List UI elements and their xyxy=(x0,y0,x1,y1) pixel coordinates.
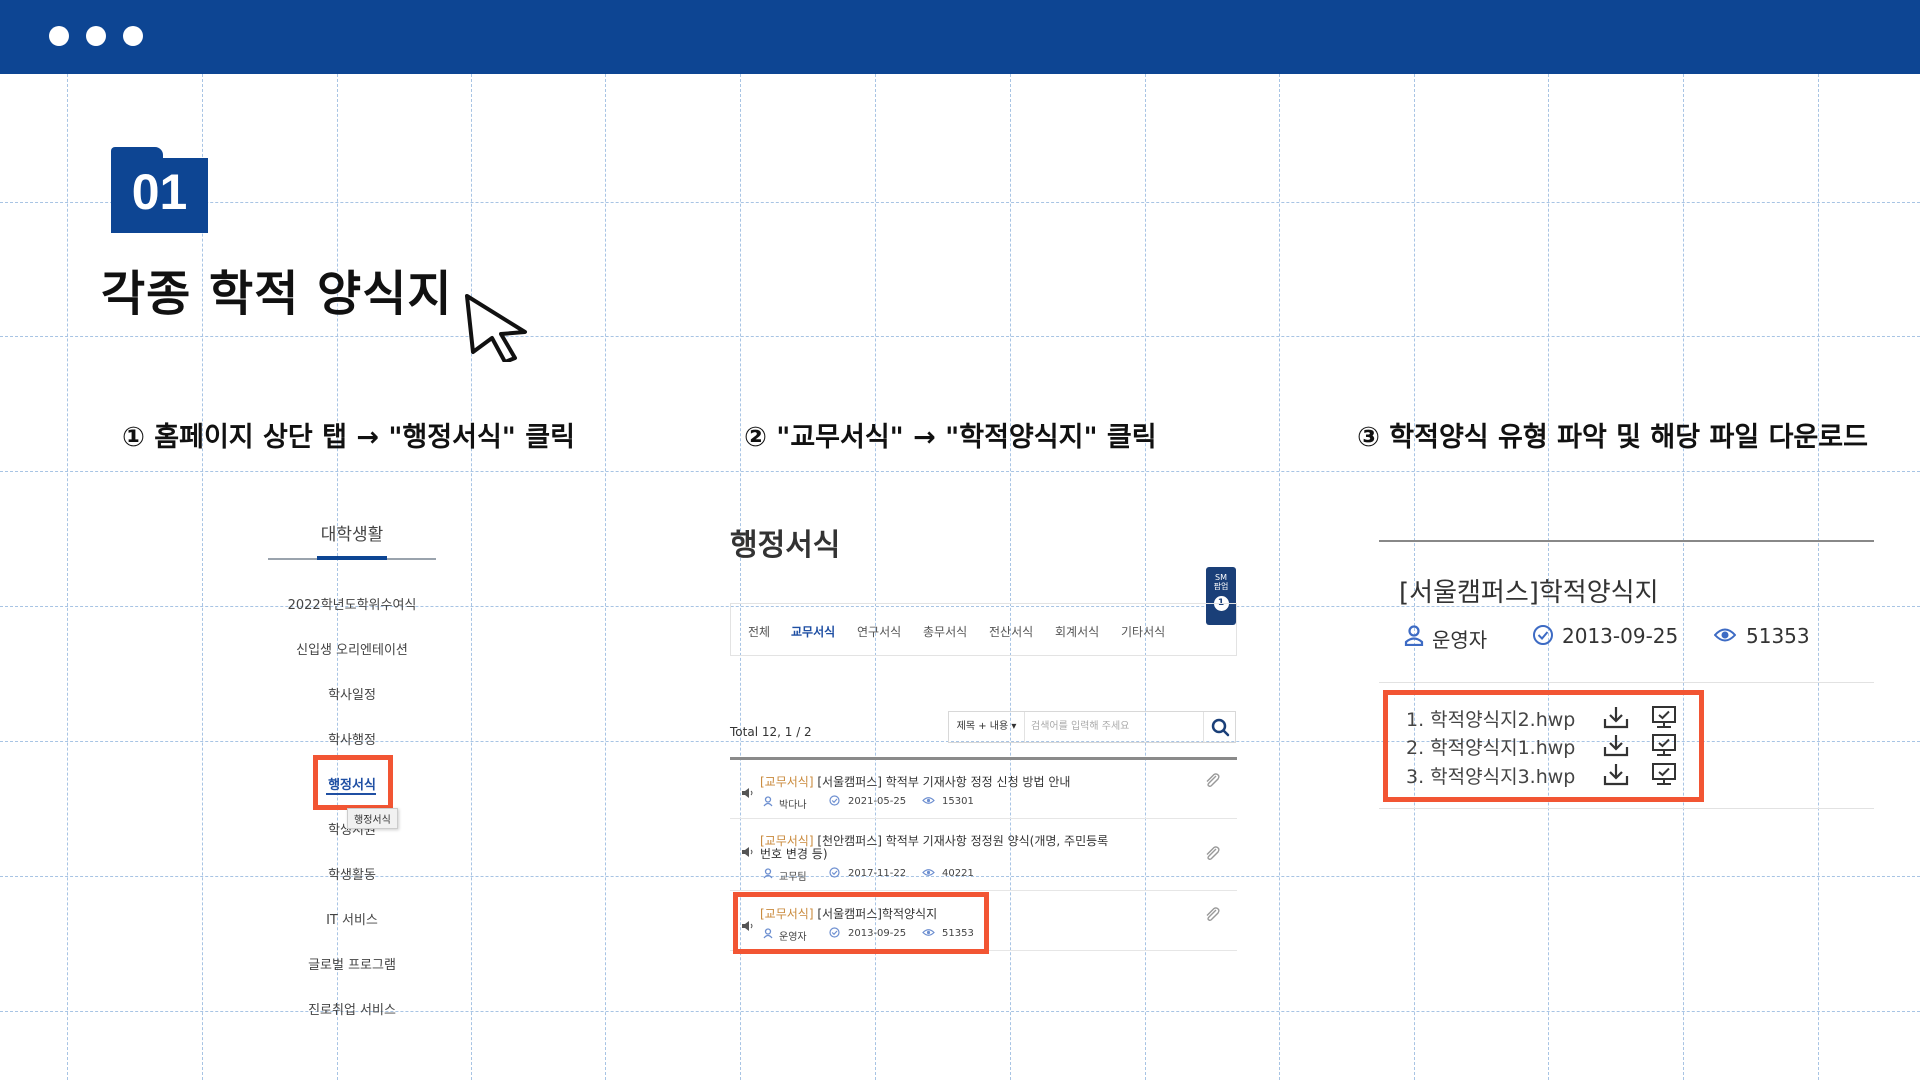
badge-label: 팝업 xyxy=(1213,582,1229,591)
list-top-border xyxy=(730,757,1237,760)
post-detail-title: [서울캠퍼스]학적양식지 xyxy=(1399,578,1659,608)
post-views: 40221 xyxy=(942,868,974,879)
highlight-box xyxy=(313,755,393,810)
user-icon xyxy=(763,868,773,879)
category-tabs: 전체 교무서식 연구서식 총무서식 전산서식 회계서식 기타서식 xyxy=(730,603,1237,656)
post-date: 2021-05-25 xyxy=(848,796,907,807)
window-dot-1 xyxy=(49,26,69,46)
sidebar-item[interactable]: 글로벌 프로그램 xyxy=(268,954,436,973)
sidebar-item[interactable]: 2022학년도학위수여식 xyxy=(268,594,436,613)
post-title-line2: 번호 변경 등) xyxy=(760,847,828,861)
tooltip: 행정서식 xyxy=(347,808,398,829)
attachment-icon[interactable] xyxy=(1203,771,1221,789)
user-icon xyxy=(763,796,773,807)
window-dot-2 xyxy=(86,26,106,46)
sidebar-item[interactable]: 학사행정 xyxy=(268,729,436,748)
nav-heading-underline xyxy=(317,556,387,560)
step-3-caption: ③ 학적양식 유형 파악 및 해당 파일 다운로드 xyxy=(1357,422,1868,453)
post-date: 2017-11-22 xyxy=(848,868,907,879)
post-top-border xyxy=(1379,540,1874,542)
step-1-caption: ① 홈페이지 상단 탭 → "행정서식" 클릭 xyxy=(122,422,575,453)
highlight-box xyxy=(1383,690,1704,802)
eye-icon xyxy=(922,869,935,876)
eye-icon xyxy=(922,797,935,804)
speaker-icon xyxy=(742,788,753,798)
eye-icon xyxy=(1714,628,1736,642)
list-divider xyxy=(730,890,1237,891)
sidebar-item[interactable]: IT 서비스 xyxy=(268,909,436,928)
date-icon xyxy=(829,867,840,878)
search-input[interactable]: 검색어를 입력해 주세요 xyxy=(1031,712,1201,742)
post-views: 15301 xyxy=(942,796,974,807)
window-dot-3 xyxy=(123,26,143,46)
tab-general-forms[interactable]: 총무서식 xyxy=(923,623,967,640)
board-title: 행정서식 xyxy=(730,528,841,563)
step-2-caption: ② "교무서식" → "학적양식지" 클릭 xyxy=(744,422,1157,453)
section-number: 01 xyxy=(131,164,188,220)
tab-other-forms[interactable]: 기타서식 xyxy=(1121,623,1165,640)
search-button[interactable] xyxy=(1203,712,1235,742)
tab-all[interactable]: 전체 xyxy=(748,623,770,640)
date-icon xyxy=(1533,625,1553,645)
user-icon xyxy=(1404,625,1424,646)
cursor-icon xyxy=(465,294,527,362)
post-author: 박다나 xyxy=(779,800,807,811)
tab-research-forms[interactable]: 연구서식 xyxy=(857,623,901,640)
post-title-text: [서울캠퍼스] 학적부 기재사항 정정 신청 방법 안내 xyxy=(817,775,1071,789)
post-divider xyxy=(1379,808,1874,809)
nav-heading[interactable]: 대학생활 xyxy=(268,520,436,545)
post-title[interactable]: [교무서식] [서울캠퍼스] 학적부 기재사항 정정 신청 방법 안내 xyxy=(760,773,1070,790)
attachment-icon[interactable] xyxy=(1203,844,1221,862)
post-title-text: [천안캠퍼스] 학적부 기재사항 정정원 양식(개명, 주민등록 xyxy=(817,834,1109,848)
sidebar-item[interactable]: 학생활동 xyxy=(268,864,436,883)
attachment-icon[interactable] xyxy=(1203,905,1221,923)
search-bar: 제목 + 내용 ▾ 검색어를 입력해 주세요 xyxy=(948,711,1236,743)
tab-accounting-forms[interactable]: 회계서식 xyxy=(1055,623,1099,640)
post-detail-date: 2013-09-25 xyxy=(1562,624,1679,648)
post-tag: [교무서식] xyxy=(760,775,814,789)
top-bar xyxy=(0,0,1920,74)
badge-label: SM xyxy=(1215,573,1227,582)
search-scope-select[interactable]: 제목 + 내용 ▾ xyxy=(949,712,1025,742)
post-detail-views: 51353 xyxy=(1746,624,1810,648)
post-divider xyxy=(1379,682,1874,683)
sidebar-item[interactable]: 신입생 오리엔테이션 xyxy=(268,639,436,658)
search-icon xyxy=(1211,718,1230,737)
folder-icon: 01 xyxy=(111,147,208,233)
list-divider xyxy=(730,818,1237,819)
tab-academic-forms[interactable]: 교무서식 xyxy=(791,623,835,640)
post-author: 교무팀 xyxy=(779,872,807,883)
highlight-box xyxy=(733,892,989,954)
tab-computing-forms[interactable]: 전산서식 xyxy=(989,623,1033,640)
sidebar-item[interactable]: 학사일정 xyxy=(268,684,436,703)
sidebar-item[interactable]: 진로취업 서비스 xyxy=(268,999,436,1018)
date-icon xyxy=(829,795,840,806)
speaker-icon xyxy=(742,847,753,857)
total-count: Total 12, 1 / 2 xyxy=(730,725,812,739)
post-detail-author: 운영자 xyxy=(1432,628,1488,652)
section-title: 각종 학적 양식지 xyxy=(101,266,453,322)
